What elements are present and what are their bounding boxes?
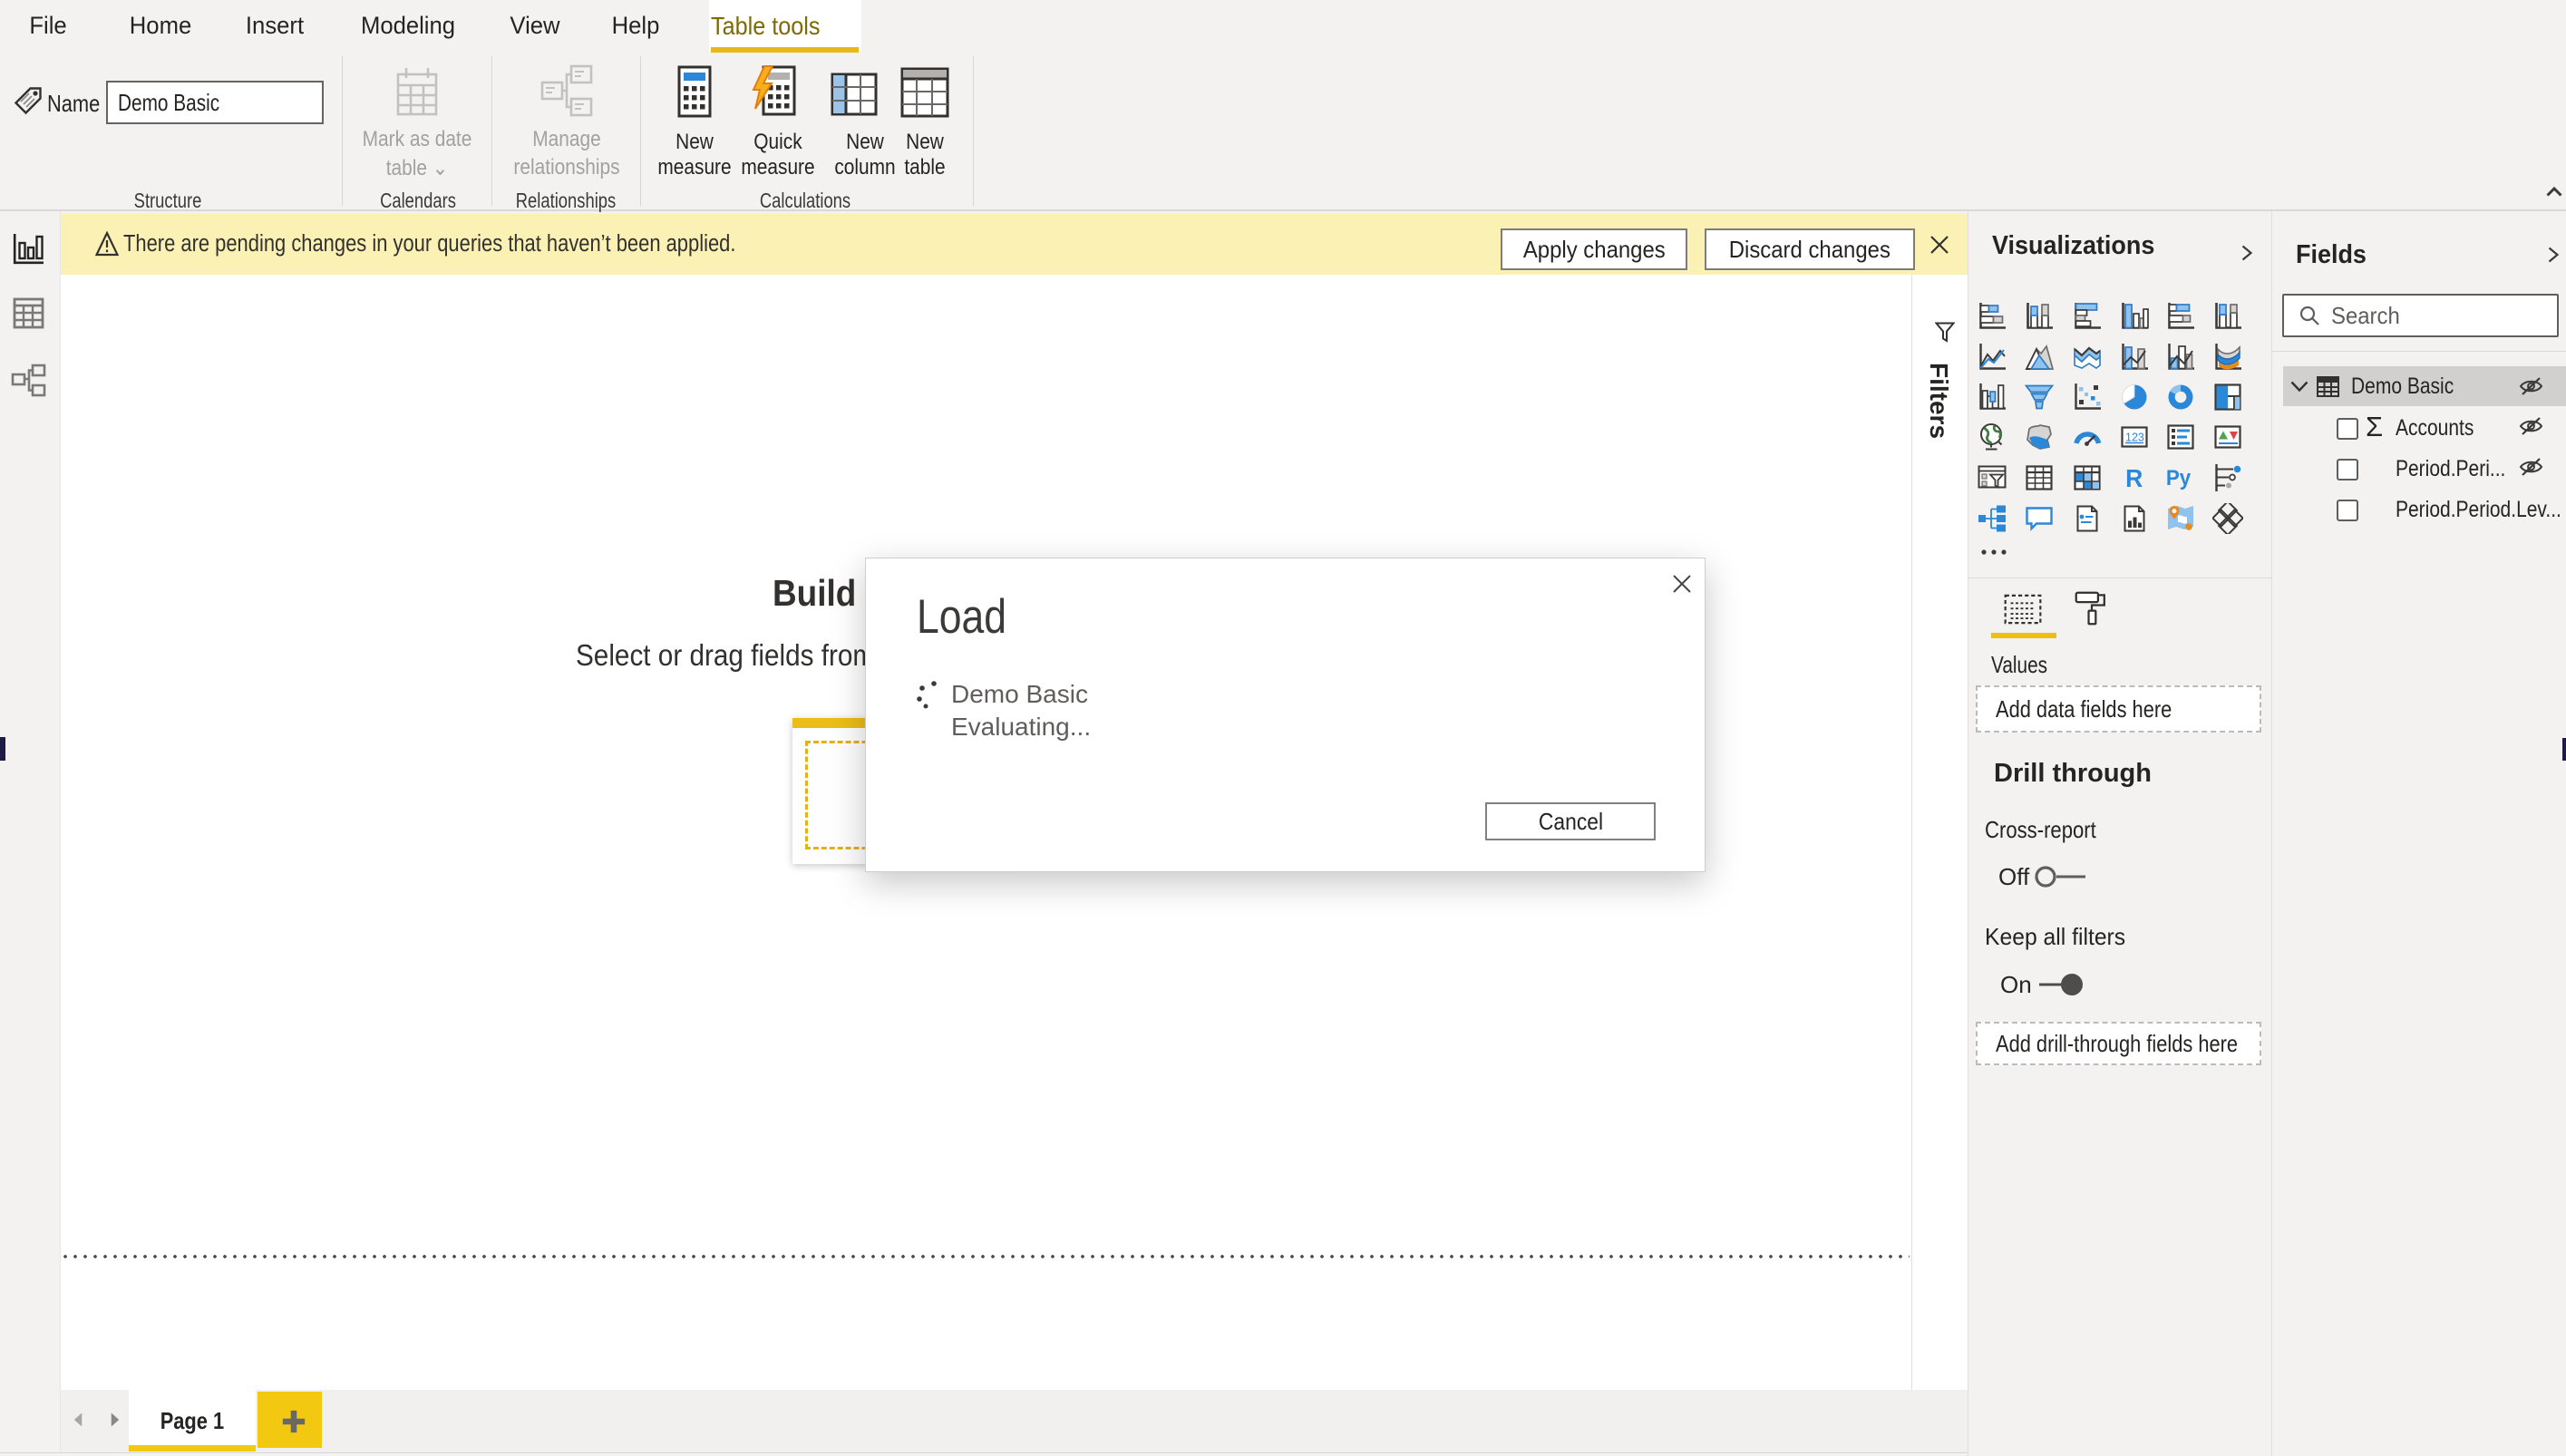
svg-text:123: 123 [2125, 432, 2144, 444]
svg-text:Py: Py [2166, 465, 2191, 490]
svg-text:R: R [2125, 463, 2143, 492]
